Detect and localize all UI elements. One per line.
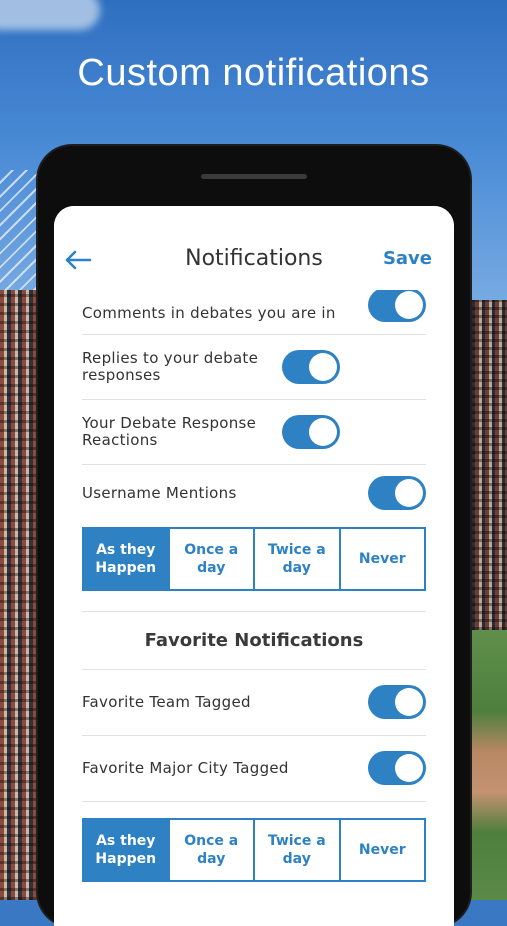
frequency-option-never[interactable]: Never [338,820,425,880]
frequency-option-once-a-day[interactable]: Once a day [167,820,254,880]
stadium-field [465,630,507,900]
frequency-option-as-they-happen[interactable]: As they Happen [84,820,168,880]
toggle-knob [395,688,423,716]
stadium-stands-right [465,300,507,630]
section-title-favorites: Favorite Notifications [144,630,364,651]
toggle-switch-debate-comments[interactable] [368,288,426,322]
toggle-switch-favorite-team[interactable] [368,685,426,719]
navigation-bar: Notifications Save [54,206,454,290]
setting-row-favorite-city: Favorite Major City Tagged [82,735,426,802]
setting-label: Replies to your debate responses [82,348,259,384]
toggle-switch-username-mentions[interactable] [368,476,426,510]
setting-row-username-mentions: Username Mentions [82,464,426,522]
frequency-option-twice-a-day[interactable]: Twice a day [253,820,339,880]
phone-speaker [201,174,307,179]
setting-row-debate-replies: Replies to your debate responses [82,334,426,400]
setting-label: Your Debate Response Reactions [82,413,257,449]
setting-label: Username Mentions [82,483,237,502]
toggle-switch-favorite-city[interactable] [368,751,426,785]
frequency-option-never[interactable]: Never [338,529,425,589]
toggle-knob [395,754,423,782]
frequency-selector: As they Happen Once a day Twice a day Ne… [82,527,426,591]
frequency-option-twice-a-day[interactable]: Twice a day [253,529,339,589]
phone-screen: Comments in debates you are in Replies t… [54,206,454,926]
phone-frame: Comments in debates you are in Replies t… [38,146,470,926]
divider [82,611,426,612]
setting-label: Favorite Team Tagged [82,692,251,711]
save-button[interactable]: Save [383,248,432,269]
toggle-switch-debate-replies[interactable] [282,349,340,384]
toggle-switch-response-reactions[interactable] [282,414,340,449]
frequency-selector: As they Happen Once a day Twice a day Ne… [82,818,426,882]
toggle-knob [309,352,337,381]
setting-row-favorite-team: Favorite Team Tagged [82,669,426,736]
frequency-option-once-a-day[interactable]: Once a day [167,529,254,589]
toggle-knob [395,479,423,507]
cloud [0,0,100,30]
headline: Custom notifications [77,52,430,94]
setting-label: Favorite Major City Tagged [82,758,289,777]
toggle-knob [395,291,423,319]
setting-label: Comments in debates you are in [82,303,336,322]
setting-row-response-reactions: Your Debate Response Reactions [82,399,426,465]
frequency-option-as-they-happen[interactable]: As they Happen [84,529,168,589]
toggle-knob [309,417,337,446]
